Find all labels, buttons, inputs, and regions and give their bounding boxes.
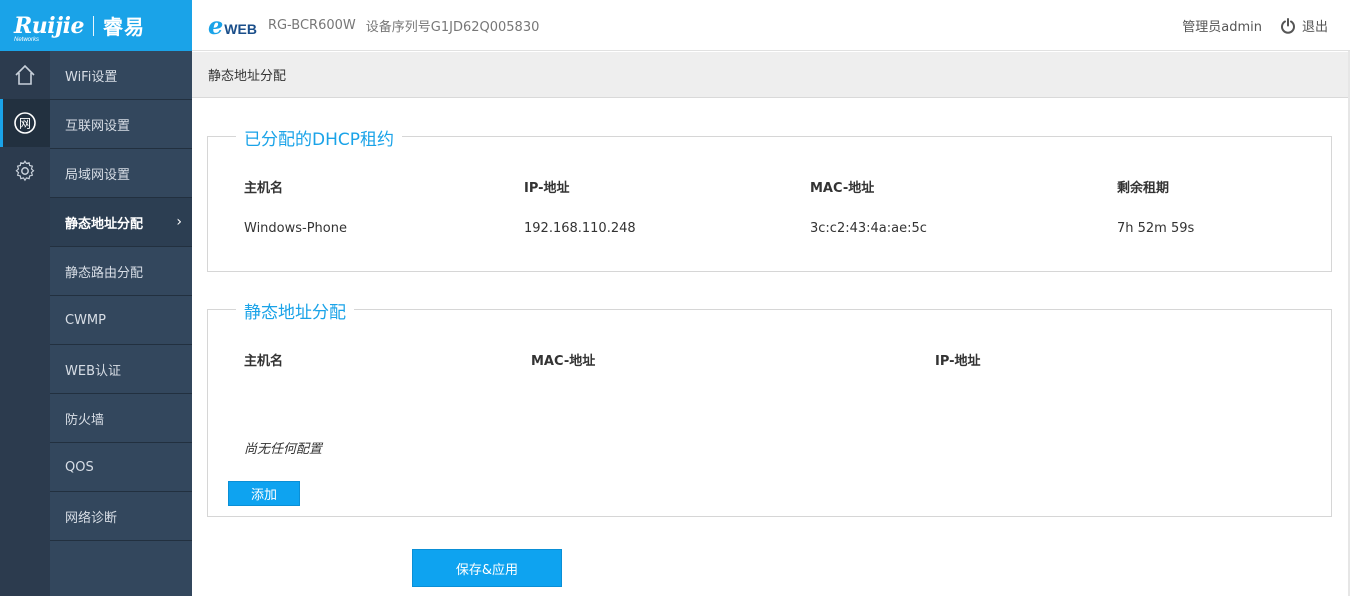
col-header-host: 主机名 bbox=[244, 181, 284, 196]
menu-label: 互联网设置 bbox=[65, 118, 131, 134]
menu-label: WiFi设置 bbox=[65, 69, 118, 85]
brand-logo: Ruijie Networks 睿易 bbox=[0, 0, 192, 51]
menu-item-internet[interactable]: 互联网设置 bbox=[50, 100, 192, 149]
menu-item-static-route[interactable]: 静态路由分配 bbox=[50, 247, 192, 296]
menu-label: 防火墙 bbox=[65, 412, 105, 428]
logo-cn: 睿易 bbox=[102, 15, 145, 39]
gear-icon bbox=[15, 160, 35, 182]
icon-sidebar: 网 bbox=[0, 51, 50, 596]
eweb-e: e bbox=[208, 10, 224, 40]
menu-item-static-address[interactable]: 静态地址分配 › bbox=[50, 198, 192, 247]
svg-text:网: 网 bbox=[19, 117, 31, 131]
static-address-section: 静态地址分配 主机名 MAC-地址 IP-地址 尚无任何配置 添加 bbox=[207, 298, 1332, 517]
logo-sub: Networks bbox=[14, 37, 40, 43]
menu-label: 局域网设置 bbox=[65, 167, 131, 183]
menu-item-diagnostics[interactable]: 网络诊断 bbox=[50, 492, 192, 541]
nav-settings[interactable] bbox=[0, 147, 50, 195]
cell-ip: 192.168.110.248 bbox=[524, 221, 636, 236]
menu-item-cwmp[interactable]: CWMP bbox=[50, 296, 192, 345]
eweb-logo: e WEB bbox=[208, 11, 257, 40]
col-header-mac: MAC-地址 bbox=[531, 354, 596, 369]
col-header-ip: IP-地址 bbox=[935, 354, 981, 369]
breadcrumb: 静态地址分配 bbox=[192, 52, 1350, 98]
device-model: RG-BCR600W bbox=[267, 17, 356, 33]
network-icon: 网 bbox=[14, 112, 36, 134]
col-header-ip: IP-地址 bbox=[524, 181, 570, 196]
chevron-right-icon: › bbox=[176, 214, 182, 230]
col-header-host: 主机名 bbox=[244, 354, 284, 369]
top-bar: e WEB RG-BCR600W 设备序列号G1JD62Q005830 管理员a… bbox=[192, 0, 1350, 51]
menu-label: 静态路由分配 bbox=[65, 265, 144, 281]
menu-item-wifi[interactable]: WiFi设置 bbox=[50, 51, 192, 100]
cell-mac: 3c:c2:43:4a:ae:5c bbox=[810, 221, 927, 236]
col-header-mac: MAC-地址 bbox=[810, 181, 875, 196]
menu-label: 静态地址分配 bbox=[65, 216, 144, 232]
menu-item-qos[interactable]: QOS bbox=[50, 443, 192, 492]
add-button[interactable]: 添加 bbox=[228, 481, 300, 506]
home-icon bbox=[15, 64, 35, 85]
menu-label: WEB认证 bbox=[65, 363, 121, 379]
menu-item-lan[interactable]: 局域网设置 bbox=[50, 149, 192, 198]
menu-label: QOS bbox=[65, 459, 94, 475]
menu-label: CWMP bbox=[65, 312, 106, 328]
dhcp-legend: 已分配的DHCP租约 bbox=[236, 125, 402, 150]
col-header-lease: 剩余租期 bbox=[1117, 181, 1170, 196]
logo-divider bbox=[92, 15, 94, 36]
nav-network[interactable]: 网 bbox=[0, 99, 50, 147]
logo-text: Ruijie bbox=[14, 12, 84, 39]
device-serial: 设备序列号G1JD62Q005830 bbox=[365, 19, 540, 35]
empty-message: 尚无任何配置 bbox=[244, 442, 323, 457]
menu-label: 网络诊断 bbox=[65, 510, 118, 526]
cell-lease: 7h 52m 59s bbox=[1117, 221, 1195, 236]
cell-host: Windows-Phone bbox=[244, 221, 347, 236]
menu-item-web-auth[interactable]: WEB认证 bbox=[50, 345, 192, 394]
eweb-web: WEB bbox=[224, 20, 257, 37]
side-menu: WiFi设置 互联网设置 局域网设置 静态地址分配 › 静态路由分配 CWMP W… bbox=[50, 51, 192, 596]
menu-item-firewall[interactable]: 防火墙 bbox=[50, 394, 192, 443]
admin-label[interactable]: 管理员admin bbox=[1182, 16, 1262, 35]
save-apply-button[interactable]: 保存&应用 bbox=[412, 549, 562, 587]
power-icon[interactable] bbox=[1280, 17, 1296, 34]
nav-home[interactable] bbox=[0, 51, 50, 99]
logout-link[interactable]: 退出 bbox=[1302, 16, 1328, 35]
dhcp-lease-section: 已分配的DHCP租约 主机名 IP-地址 MAC-地址 剩余租期 Windows… bbox=[207, 125, 1332, 272]
static-legend: 静态地址分配 bbox=[236, 298, 354, 323]
